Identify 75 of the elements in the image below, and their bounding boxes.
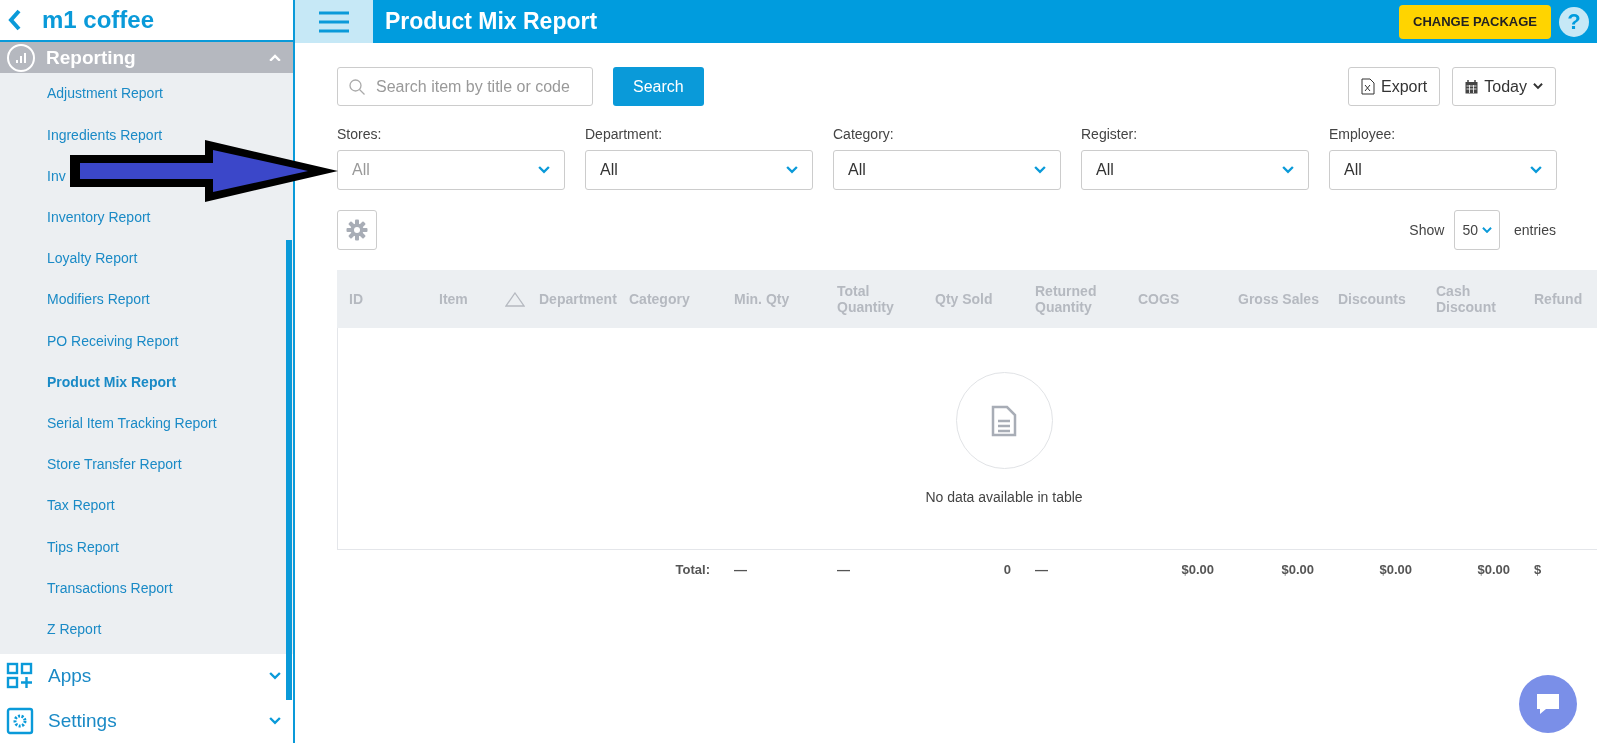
change-package-button[interactable]: CHANGE PACKAGE bbox=[1399, 4, 1551, 39]
chat-button[interactable] bbox=[1519, 675, 1577, 733]
search-field[interactable]: Search item by title or code bbox=[337, 67, 593, 106]
chevron-down-icon bbox=[269, 716, 281, 725]
sidebar-item[interactable]: Serial Item Tracking Report bbox=[47, 403, 217, 445]
total-cell: — bbox=[1035, 561, 1048, 577]
chevron-down-icon bbox=[1533, 83, 1543, 90]
chevron-down-icon bbox=[269, 672, 281, 681]
sidebar-item[interactable]: Store Transfer Report bbox=[47, 444, 182, 486]
empty-message: No data available in table bbox=[925, 489, 1083, 505]
page-title: Product Mix Report bbox=[385, 8, 599, 35]
export-button[interactable]: Export bbox=[1348, 67, 1441, 106]
sidebar-item[interactable]: Modifiers Report bbox=[47, 279, 150, 321]
filter-label: Employee: bbox=[1329, 126, 1397, 142]
total-cell: — bbox=[734, 561, 747, 577]
sidebar-item[interactable]: Loyalty Report bbox=[47, 238, 138, 280]
total-cell: $0.00 bbox=[1281, 561, 1314, 577]
filter-dropdown[interactable]: All bbox=[1081, 150, 1309, 190]
sidebar-group[interactable]: Settings bbox=[0, 698, 293, 743]
settings-icon bbox=[346, 219, 368, 241]
total-cell: 0 bbox=[1003, 561, 1011, 577]
sidebar-item[interactable]: Transactions Report bbox=[47, 567, 173, 609]
search-button[interactable]: Search bbox=[613, 67, 704, 106]
filter-label: Category: bbox=[833, 126, 895, 142]
sidebar-item[interactable]: Ingredients Report bbox=[47, 114, 163, 156]
chat-bubble-icon bbox=[1534, 692, 1562, 716]
total-cell: $0.00 bbox=[1477, 561, 1510, 577]
sidebar-item[interactable]: Z Report bbox=[47, 608, 102, 651]
entries-label: entries bbox=[1513, 222, 1556, 238]
filter-label: Register: bbox=[1081, 126, 1139, 142]
filter-dropdown[interactable]: All bbox=[1329, 150, 1557, 190]
settings-button[interactable] bbox=[337, 210, 377, 250]
scrollbar[interactable] bbox=[286, 240, 292, 700]
total-cell: $0.00 bbox=[1379, 561, 1412, 577]
reporting-section-header[interactable]: Reporting bbox=[0, 41, 293, 74]
chevron-up-icon bbox=[269, 53, 281, 62]
document-icon bbox=[991, 404, 1017, 437]
chart-icon bbox=[6, 42, 36, 73]
filter-label: Stores: bbox=[337, 126, 383, 142]
sidebar-item[interactable]: Inventory Report bbox=[47, 197, 151, 239]
back-icon[interactable] bbox=[8, 8, 22, 31]
date-range-dropdown[interactable]: Today bbox=[1452, 67, 1556, 106]
total-cell: $ bbox=[1534, 561, 1542, 577]
chevron-down-icon bbox=[786, 166, 798, 174]
brand-name: m1 coffee bbox=[42, 5, 155, 34]
calendar-icon bbox=[1465, 79, 1479, 94]
filter-dropdown[interactable]: All bbox=[337, 150, 565, 190]
chevron-down-icon bbox=[538, 166, 550, 174]
sidebar-item[interactable]: Tax Report bbox=[47, 485, 115, 527]
sort-icon[interactable] bbox=[505, 291, 525, 307]
entries-dropdown[interactable]: 50 bbox=[1454, 210, 1500, 250]
sidebar-item[interactable]: Product Mix Report bbox=[47, 361, 177, 403]
help-button[interactable]: ? bbox=[1559, 6, 1589, 37]
chevron-down-icon bbox=[1034, 166, 1046, 174]
menu-icon bbox=[318, 10, 350, 33]
show-label: Show bbox=[1409, 222, 1445, 238]
filter-dropdown[interactable]: All bbox=[833, 150, 1061, 190]
filter-dropdown[interactable]: All bbox=[585, 150, 813, 190]
sidebar-item[interactable]: Inv bbox=[47, 155, 66, 198]
total-label: Total: bbox=[675, 561, 710, 577]
settings-icon bbox=[6, 706, 34, 735]
sidebar-item[interactable]: Tips Report bbox=[47, 526, 119, 568]
search-icon bbox=[349, 79, 365, 95]
total-cell: $0.00 bbox=[1181, 561, 1214, 577]
filter-label: Department: bbox=[585, 126, 664, 142]
sidebar-item[interactable]: Adjustment Report bbox=[47, 73, 163, 115]
apps-grid-icon bbox=[6, 662, 34, 691]
spreadsheet-file-icon bbox=[1361, 78, 1376, 95]
sidebar-item[interactable]: PO Receiving Report bbox=[47, 320, 179, 362]
total-cell: — bbox=[837, 561, 850, 577]
chevron-down-icon bbox=[1282, 166, 1294, 174]
menu-button[interactable] bbox=[295, 0, 373, 43]
chevron-down-icon bbox=[1481, 226, 1492, 234]
sidebar-group[interactable]: Apps bbox=[0, 654, 293, 699]
chevron-down-icon bbox=[1530, 166, 1542, 174]
